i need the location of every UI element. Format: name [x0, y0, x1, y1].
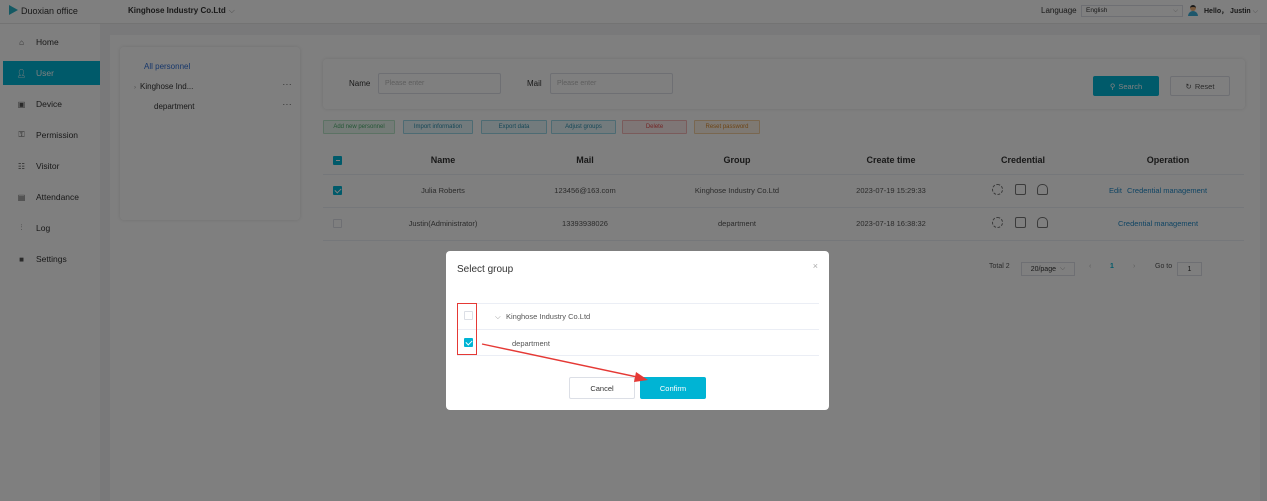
close-icon[interactable]: ×: [813, 261, 818, 271]
select-group-dialog: Select group × ⌵ Kinghose Industry Co.Lt…: [446, 251, 829, 410]
group-option-label: Kinghose Industry Co.Ltd: [506, 312, 591, 321]
confirm-button[interactable]: Confirm: [640, 377, 706, 399]
dialog-title: Select group: [457, 264, 514, 275]
chevron-down-icon[interactable]: ⌵: [495, 312, 501, 322]
group-option-label: department: [512, 339, 550, 348]
cancel-button[interactable]: Cancel: [569, 377, 635, 399]
annotation-highlight-box: [457, 303, 477, 355]
